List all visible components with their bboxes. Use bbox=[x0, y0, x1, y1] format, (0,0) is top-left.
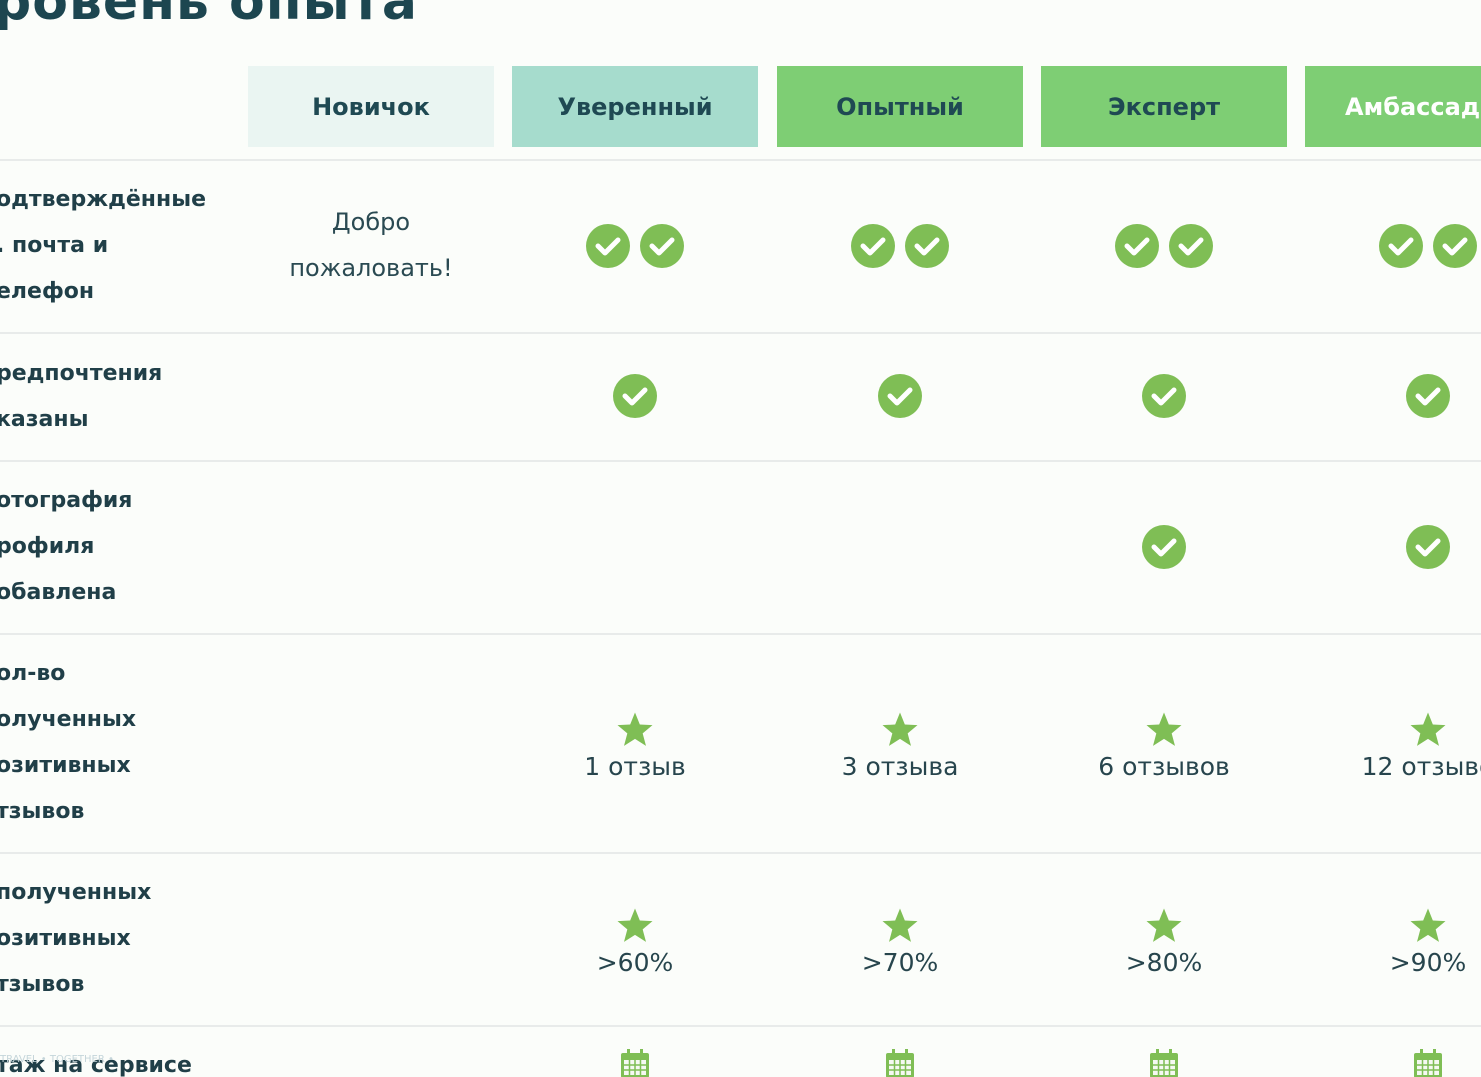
review-share-value: >90% bbox=[1389, 947, 1467, 977]
check-circle-icon bbox=[613, 374, 657, 418]
expert-tenure-cell bbox=[1041, 1048, 1287, 1077]
row-divider bbox=[0, 852, 1481, 854]
review-share-value: >70% bbox=[861, 947, 939, 977]
star-icon bbox=[1146, 908, 1182, 942]
ambassador-review-share-cell: >90% bbox=[1305, 896, 1481, 986]
review-count-value: 1 отзыв bbox=[584, 751, 686, 781]
row-label-positive-review-count: ол-во олученных озитивных тзывов bbox=[0, 651, 216, 835]
row-label-line: ол-во bbox=[0, 661, 66, 686]
calendar-icon bbox=[1414, 1049, 1442, 1077]
row-label-line: озитивных bbox=[0, 926, 131, 951]
check-circle-icon bbox=[1433, 224, 1477, 268]
experienced-review-share-cell: >70% bbox=[777, 896, 1023, 986]
star-icon bbox=[882, 908, 918, 942]
level-header-ambassador: Амбассадо bbox=[1305, 66, 1481, 147]
level-header-expert: Эксперт bbox=[1041, 66, 1287, 147]
expert-preferences-cell bbox=[1041, 372, 1287, 420]
welcome-text-line: пожаловать! bbox=[289, 254, 453, 282]
level-header-confident: Уверенный bbox=[512, 66, 758, 147]
confident-contacts-cell bbox=[512, 222, 758, 270]
star-icon bbox=[617, 908, 653, 942]
check-circle-icon bbox=[1406, 525, 1450, 569]
star-icon bbox=[1410, 908, 1446, 942]
level-header-beginner: Новичок bbox=[248, 66, 494, 147]
review-count-value: 6 отзывов bbox=[1098, 751, 1230, 781]
confident-preferences-cell bbox=[512, 372, 758, 420]
row-divider bbox=[0, 332, 1481, 334]
row-label-line: одтверждённые bbox=[0, 187, 207, 212]
experienced-tenure-cell bbox=[777, 1048, 1023, 1077]
experienced-preferences-cell bbox=[777, 372, 1023, 420]
check-circle-icon bbox=[1406, 374, 1450, 418]
ambassador-preferences-cell bbox=[1305, 372, 1481, 420]
ambassador-contacts-cell bbox=[1305, 222, 1481, 270]
check-circle-icon bbox=[905, 224, 949, 268]
beginner-welcome-cell: Добро пожаловать! bbox=[248, 199, 494, 291]
star-icon bbox=[617, 712, 653, 746]
review-share-value: >80% bbox=[1125, 947, 1203, 977]
calendar-icon bbox=[1150, 1049, 1178, 1077]
experience-levels-page: ровень опыта Новичок Уверенный Опытный Э… bbox=[0, 0, 1481, 1077]
welcome-text-line: Добро bbox=[331, 208, 411, 236]
review-count-value: 12 отзыво bbox=[1361, 751, 1481, 781]
confident-review-share-cell: >60% bbox=[512, 896, 758, 986]
expert-photo-cell bbox=[1041, 523, 1287, 571]
row-divider bbox=[0, 633, 1481, 635]
ambassador-photo-cell bbox=[1305, 523, 1481, 571]
check-circle-icon bbox=[1115, 224, 1159, 268]
row-label-line: тзывов bbox=[0, 799, 85, 824]
expert-contacts-cell bbox=[1041, 222, 1287, 270]
star-icon bbox=[1410, 712, 1446, 746]
review-share-value: >60% bbox=[596, 947, 674, 977]
page-title: ровень опыта bbox=[0, 0, 418, 32]
level-header-experienced: Опытный bbox=[777, 66, 1023, 147]
ambassador-review-count-cell: 12 отзыво bbox=[1305, 700, 1481, 790]
expert-review-count-cell: 6 отзывов bbox=[1041, 700, 1287, 790]
row-label-line: редпочтения bbox=[0, 361, 163, 386]
confident-review-count-cell: 1 отзыв bbox=[512, 700, 758, 790]
row-label-profile-photo: отография рофиля обавлена bbox=[0, 478, 216, 616]
row-label-line: олученных bbox=[0, 707, 137, 732]
confident-tenure-cell bbox=[512, 1048, 758, 1077]
experienced-review-count-cell: 3 отзыва bbox=[777, 700, 1023, 790]
row-label-positive-review-share: полученных озитивных тзывов bbox=[0, 870, 216, 1008]
experienced-contacts-cell bbox=[777, 222, 1023, 270]
check-circle-icon bbox=[586, 224, 630, 268]
check-circle-icon bbox=[1142, 525, 1186, 569]
row-label-line: казаны bbox=[0, 407, 89, 432]
row-divider bbox=[0, 460, 1481, 462]
check-circle-icon bbox=[1142, 374, 1186, 418]
row-label-line: рофиля bbox=[0, 534, 95, 559]
review-count-value: 3 отзыва bbox=[841, 751, 959, 781]
row-divider bbox=[0, 159, 1481, 161]
check-circle-icon bbox=[1169, 224, 1213, 268]
ambassador-tenure-cell bbox=[1305, 1048, 1481, 1077]
row-label-line: . почта и bbox=[0, 233, 109, 258]
check-circle-icon bbox=[878, 374, 922, 418]
check-circle-icon bbox=[640, 224, 684, 268]
row-label-confirmed-contacts: одтверждённые . почта и елефон bbox=[0, 177, 216, 315]
check-circle-icon bbox=[1379, 224, 1423, 268]
star-icon bbox=[1146, 712, 1182, 746]
row-label-preferences: редпочтения казаны bbox=[0, 351, 216, 443]
expert-review-share-cell: >80% bbox=[1041, 896, 1287, 986]
star-icon bbox=[882, 712, 918, 746]
calendar-icon bbox=[621, 1049, 649, 1077]
row-label-line: озитивных bbox=[0, 753, 131, 778]
row-label-line: обавлена bbox=[0, 580, 117, 605]
calendar-icon bbox=[886, 1049, 914, 1077]
watermark-text: TRAVEL • TOGETHER • bbox=[0, 1054, 114, 1065]
row-label-line: тзывов bbox=[0, 972, 85, 997]
row-label-line: елефон bbox=[0, 279, 95, 304]
check-circle-icon bbox=[851, 224, 895, 268]
row-divider bbox=[0, 1025, 1481, 1027]
row-label-line: отография bbox=[0, 488, 133, 513]
row-label-line: полученных bbox=[0, 880, 152, 905]
